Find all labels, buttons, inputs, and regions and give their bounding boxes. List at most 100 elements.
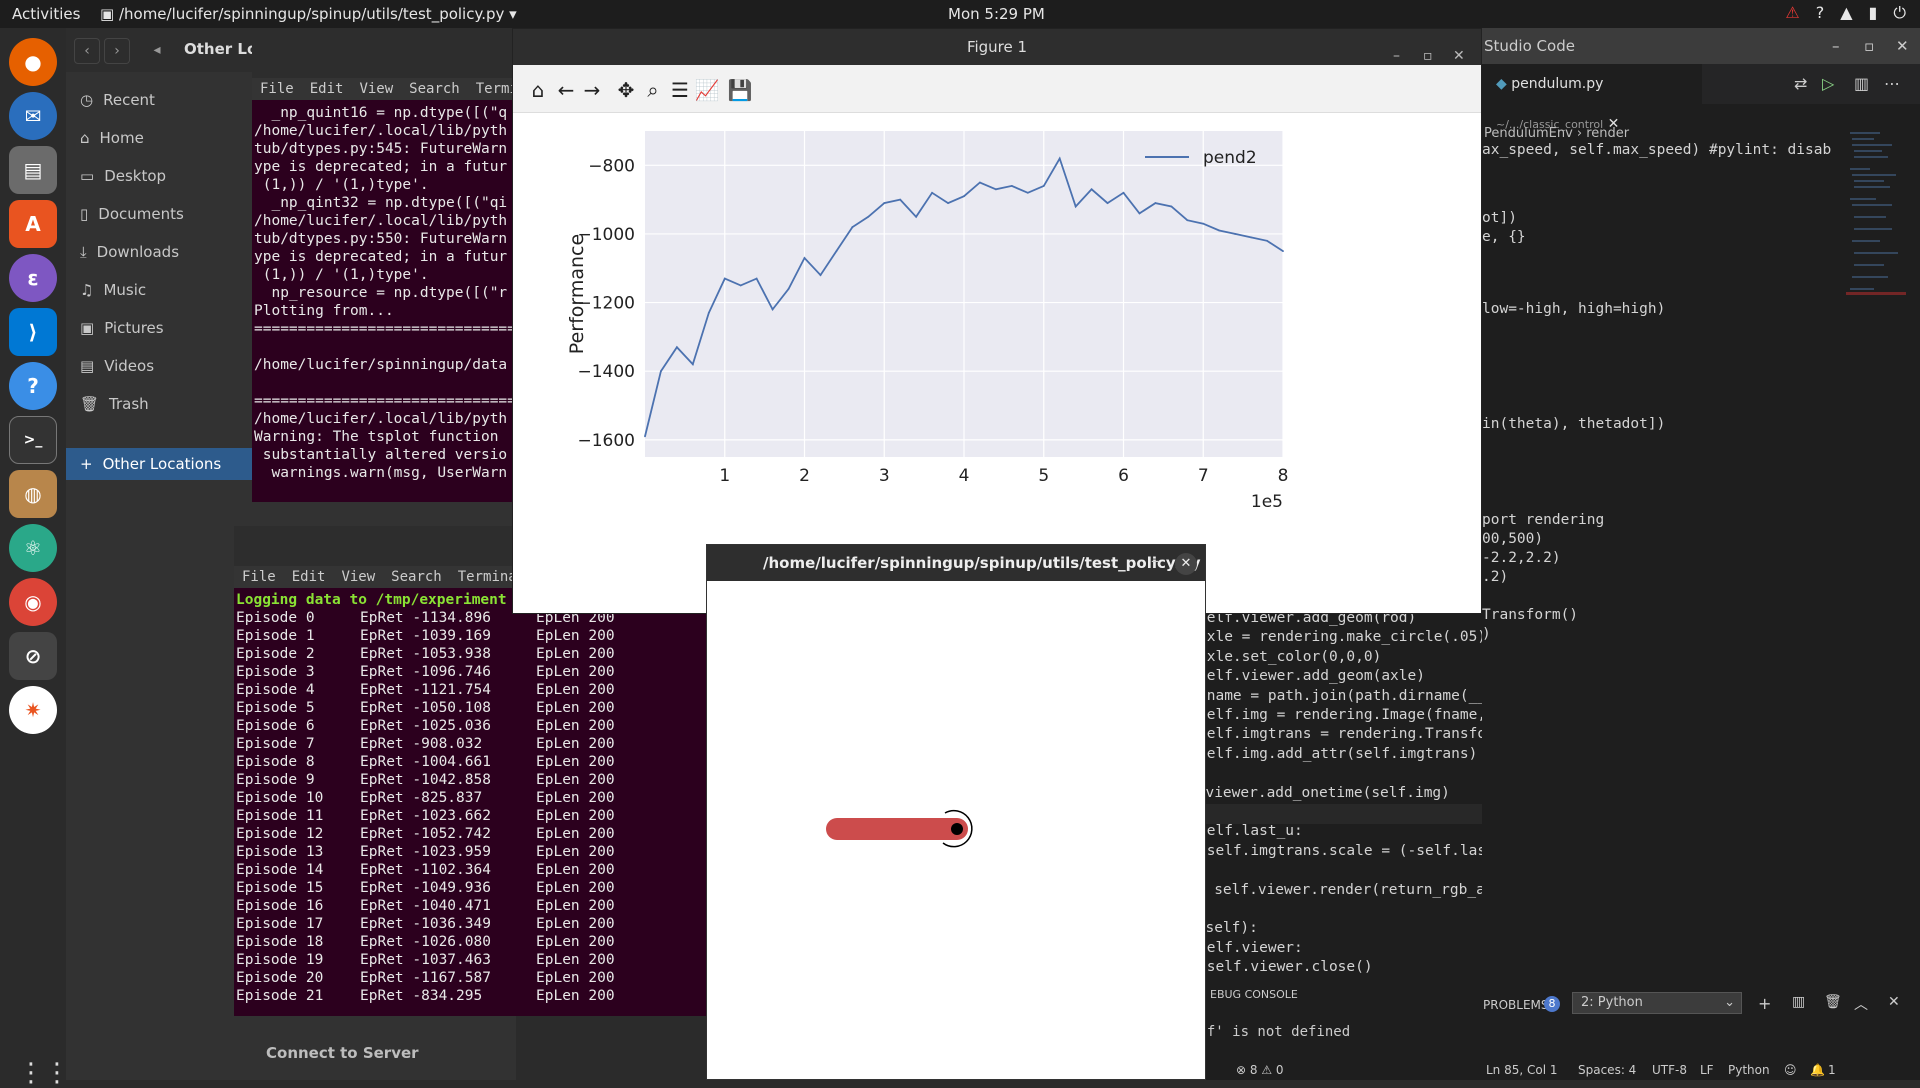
menu-edit[interactable]: Edit xyxy=(310,81,344,97)
app-menu[interactable]: ▣ /home/lucifer/spinningup/spinup/utils/… xyxy=(100,5,517,23)
status-position[interactable]: Ln 85, Col 1 xyxy=(1486,1063,1558,1077)
x-tick-label: 4 xyxy=(959,466,970,486)
minimap[interactable] xyxy=(1846,128,1906,348)
figure-window[interactable]: Figure 1 – ▫ ✕ ⌂ ← → ✥ ⌕ ☰ 📈 💾 1 2 3 4 5 6 7 8 −… xyxy=(512,28,1482,614)
panel-tab-problems[interactable]: PROBLEMS xyxy=(1483,998,1549,1012)
path-left-icon[interactable]: ◂ xyxy=(144,38,170,64)
zoom-icon[interactable]: ⌕ xyxy=(640,77,666,103)
sidebar-item-other-locations[interactable]: + Other Locations xyxy=(66,448,254,480)
data-point xyxy=(1234,233,1237,235)
maximize-icon[interactable]: ▫ xyxy=(1864,28,1874,64)
accessibility-icon[interactable]: ? xyxy=(1816,3,1825,23)
vscode-editor-lower[interactable]: self.viewer.add_geom(rod) axle = renderin… xyxy=(1188,560,1765,1080)
sidebar-item-label: Documents xyxy=(98,205,184,223)
menu-terminal[interactable]: Terminal xyxy=(476,81,514,97)
data-point xyxy=(1074,205,1077,208)
home-icon[interactable]: ⌂ xyxy=(525,77,551,103)
source-control-icon[interactable]: ⇄ xyxy=(1794,74,1807,93)
status-language[interactable]: Python xyxy=(1728,1063,1770,1077)
connect-to-server-label[interactable]: Connect to Server xyxy=(266,1044,419,1062)
code-line: self.last_u: xyxy=(1198,823,1303,840)
menu-file[interactable]: File xyxy=(242,569,276,585)
run-icon[interactable]: ▷ xyxy=(1822,74,1834,93)
terminal-line: ============================== xyxy=(254,393,514,409)
sidebar-item-pictures[interactable]: ▣ Pictures xyxy=(80,316,164,340)
terminal-1-window[interactable]: File Edit View Search Terminal _np_quint… xyxy=(252,78,514,502)
thunderbird-icon[interactable]: ✉ xyxy=(9,92,57,140)
maximize-panel-icon[interactable]: ︿ xyxy=(1854,994,1868,1014)
sidebar-item-home[interactable]: ⌂ Home xyxy=(80,126,144,150)
data-point xyxy=(1186,219,1189,222)
tab-pendulum[interactable]: ◆ pendulum.py ~/.../classic_control ✕ xyxy=(1482,64,1702,132)
sidebar-item-trash[interactable]: 🗑 Trash xyxy=(80,392,149,416)
help-icon[interactable]: ? xyxy=(9,362,57,410)
menu-file[interactable]: File xyxy=(260,81,294,97)
pan-icon[interactable]: ✥ xyxy=(613,77,639,103)
terminal-icon[interactable]: >_ xyxy=(9,416,57,464)
split-editor-icon[interactable]: ▥ xyxy=(1854,74,1869,93)
status-spaces[interactable]: Spaces: 4 xyxy=(1578,1063,1636,1077)
sidebar-item-documents[interactable]: ▯ Documents xyxy=(80,202,184,226)
chrome-icon[interactable]: ◉ xyxy=(9,578,57,626)
files-manager-icon[interactable]: ▤ xyxy=(9,146,57,194)
breadcrumb[interactable]: PendulumEnv › render xyxy=(1484,126,1629,141)
clock[interactable]: Mon 5:29 PM xyxy=(948,5,1045,23)
system-tray[interactable]: ⚠ ? ▲ ▮ ⏻ xyxy=(1785,3,1906,23)
status-encoding[interactable]: UTF-8 xyxy=(1652,1063,1687,1077)
minimize-icon[interactable]: – xyxy=(1832,28,1840,64)
battery-icon[interactable]: ▮ xyxy=(1869,3,1878,23)
terminal-2-window[interactable]: File Edit View Search Terminal Logging d… xyxy=(234,566,710,1016)
save-icon[interactable]: 💾 xyxy=(727,77,753,103)
software-center-icon[interactable]: A xyxy=(9,200,57,248)
split-terminal-icon[interactable]: ▥ xyxy=(1792,994,1805,1010)
close-icon[interactable]: ✕ xyxy=(1896,28,1909,64)
network-icon[interactable]: ▲ xyxy=(1840,3,1852,23)
minimize-icon[interactable]: – xyxy=(1151,551,1159,570)
back-arrow-icon[interactable]: ← xyxy=(553,77,579,103)
back-icon[interactable]: ‹ xyxy=(74,38,100,64)
warning-icon[interactable]: ⚠ xyxy=(1785,3,1799,23)
sunburst-app-icon[interactable]: ✷ xyxy=(9,686,57,734)
show-apps-icon[interactable]: ⋮⋮ xyxy=(18,1058,70,1088)
power-icon[interactable]: ⏻ xyxy=(1893,3,1906,23)
edit-axes-icon[interactable]: 📈 xyxy=(694,77,720,103)
sidebar-item-downloads[interactable]: ⤓ Downloads xyxy=(80,240,179,264)
forward-icon[interactable]: › xyxy=(104,38,130,64)
close-icon[interactable]: ✕ xyxy=(1175,553,1197,575)
code-line: ot]) xyxy=(1482,210,1517,226)
sidebar-item-music[interactable]: ♫ Music xyxy=(80,278,146,302)
close-panel-icon[interactable]: ✕ xyxy=(1888,994,1900,1010)
more-actions-icon[interactable]: ⋯ xyxy=(1884,74,1900,93)
sidebar-item-recent[interactable]: ◷ Recent xyxy=(80,88,155,112)
menu-view[interactable]: View xyxy=(359,81,393,97)
terminal-select[interactable]: 2: Python ⌄ xyxy=(1572,992,1742,1014)
feedback-icon[interactable]: ☺ xyxy=(1784,1063,1797,1077)
activities-button[interactable]: Activities xyxy=(12,5,80,23)
y-axis-label: Performance xyxy=(566,234,588,354)
add-terminal-icon[interactable]: + xyxy=(1758,994,1771,1013)
menu-search[interactable]: Search xyxy=(409,81,460,97)
status-problems[interactable]: ⊗ 8 ⚠ 0 xyxy=(1236,1063,1284,1077)
menu-view[interactable]: View xyxy=(341,569,375,585)
atom-icon[interactable]: ⚛ xyxy=(9,524,57,572)
sidebar-item-desktop[interactable]: ▭ Desktop xyxy=(80,164,166,188)
forward-arrow-icon[interactable]: → xyxy=(579,77,605,103)
emacs-icon[interactable]: ε xyxy=(9,254,57,302)
status-eol[interactable]: LF xyxy=(1700,1063,1714,1077)
panel-tab-debug-console[interactable]: EBUG CONSOLE xyxy=(1210,988,1298,1001)
notification-icon[interactable]: 🔔 xyxy=(1810,1063,1825,1077)
menu-edit[interactable]: Edit xyxy=(292,569,326,585)
menu-search[interactable]: Search xyxy=(391,569,442,585)
breadcrumb-path[interactable]: PendulumEnv › render xyxy=(1484,126,1629,141)
pendulum-render-window[interactable]: /home/lucifer/spinningup/spinup/utils/te… xyxy=(706,544,1206,1080)
firefox-icon[interactable]: ● xyxy=(9,38,57,86)
blocked-app-icon[interactable]: ⊘ xyxy=(9,632,57,680)
sidebar-item-videos[interactable]: ▤ Videos xyxy=(80,354,154,378)
terminal-line: _np_quint16 = np.dtype([("q xyxy=(254,105,508,121)
globe-folder-icon[interactable]: ◍ xyxy=(9,470,57,518)
vscode-icon[interactable]: ⟩ xyxy=(9,308,57,356)
trash-icon[interactable]: 🗑 xyxy=(1824,994,1842,1010)
performance-chart[interactable]: 1 2 3 4 5 6 7 8−800−1000−1200−1400−16001e5Perfo… xyxy=(513,113,1481,613)
vscode-window[interactable]: Studio Code – ▫ ✕ ◆ pendulum.py ~/.../cl… xyxy=(1482,28,1920,1080)
subplots-icon[interactable]: ☰ xyxy=(667,77,693,103)
